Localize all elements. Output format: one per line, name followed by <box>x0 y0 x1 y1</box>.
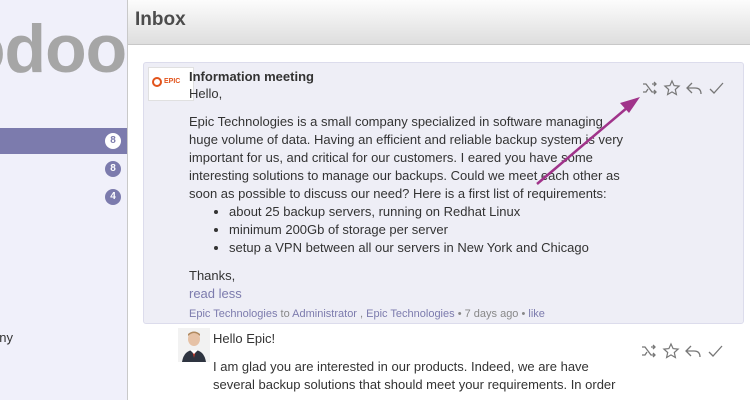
reply-icon[interactable] <box>685 79 703 97</box>
message-actions <box>641 79 725 97</box>
message-paragraph: I am glad you are interested in our prod… <box>213 359 616 392</box>
shuffle-icon[interactable] <box>641 79 659 97</box>
checkmark-icon[interactable] <box>707 79 725 97</box>
author-link[interactable]: Epic Technologies <box>189 308 277 320</box>
recipient-link[interactable]: Administrator <box>292 308 357 320</box>
requirements-list: about 25 backup servers, running on Redh… <box>189 203 629 257</box>
message-date: 7 days ago <box>464 308 519 320</box>
page-header: Inbox <box>128 0 750 45</box>
app-logo: odoo <box>0 11 127 87</box>
list-item: setup a VPN between all our servers in N… <box>229 239 629 257</box>
message-actions <box>640 342 724 360</box>
message-subject: Information meeting <box>189 69 314 84</box>
separator: , <box>360 308 364 320</box>
message-card: EPIC Information meeting Hello, Epic Tec… <box>143 62 744 324</box>
company-avatar: EPIC <box>148 67 194 101</box>
page-title: Inbox <box>135 9 186 30</box>
separator-dot: • <box>457 308 462 320</box>
list-item: about 25 backup servers, running on Redh… <box>229 203 629 221</box>
unread-count-badge: 4 <box>105 189 121 205</box>
message-closing: Thanks, <box>189 268 236 283</box>
unread-count-badge: 8 <box>105 133 121 149</box>
message-body: Hello Epic! I am glad you are interested… <box>213 330 623 394</box>
message-paragraph: Epic Technologies is a small company spe… <box>189 114 624 201</box>
sidebar: odoo 8 8 4 any <box>0 0 128 400</box>
company-logo-text: EPIC <box>164 78 181 85</box>
sidebar-item-3[interactable]: 4 <box>0 184 127 210</box>
list-item: minimum 200Gb of storage per server <box>229 221 629 239</box>
reply-icon[interactable] <box>684 342 702 360</box>
sidebar-item-2[interactable]: 8 <box>0 156 127 182</box>
message-card: Hello Epic! I am glad you are interested… <box>143 326 742 400</box>
message-greeting: Hello Epic! <box>213 331 276 346</box>
separator-dot: • <box>521 308 526 320</box>
company-logo-icon <box>152 77 162 87</box>
sidebar-item-company[interactable]: any <box>0 330 13 345</box>
to-label: to <box>280 308 290 320</box>
checkmark-icon[interactable] <box>706 342 724 360</box>
message-body: Hello, Epic Technologies is a small comp… <box>189 85 629 303</box>
star-icon[interactable] <box>662 342 680 360</box>
sidebar-item-inbox[interactable]: 8 <box>0 128 127 154</box>
like-link[interactable]: like <box>528 308 545 320</box>
shuffle-icon[interactable] <box>640 342 658 360</box>
unread-count-badge: 8 <box>105 161 121 177</box>
star-icon[interactable] <box>663 79 681 97</box>
partner-link[interactable]: Epic Technologies <box>366 308 454 320</box>
message-footer: Epic Technologies to Administrator , Epi… <box>189 308 545 320</box>
read-less-link[interactable]: read less <box>189 286 242 301</box>
message-greeting: Hello, <box>189 86 223 101</box>
user-avatar <box>178 328 210 362</box>
